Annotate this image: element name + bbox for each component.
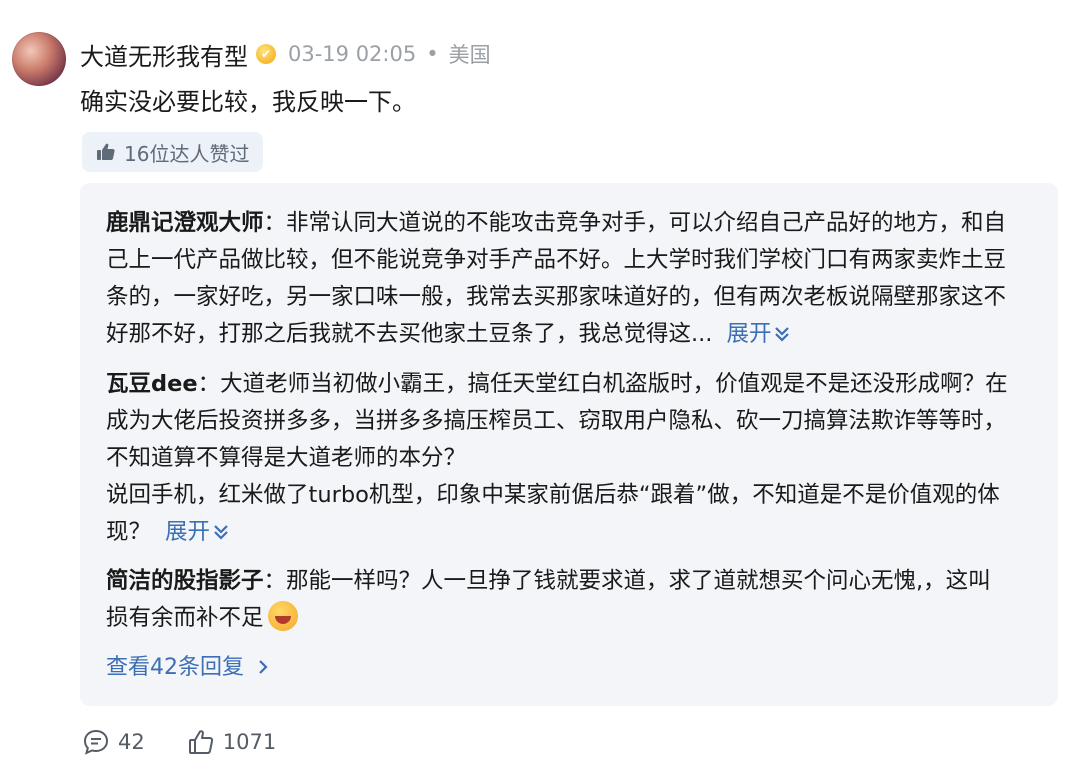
- thumbs-up-icon: [97, 143, 115, 160]
- replies-panel: 鹿鼎记澄观大师：非常认同大道说的不能攻击竞争对手，可以介绍自己产品好的地方，和自…: [80, 183, 1058, 706]
- comment-timestamp: 03-19 02:05: [288, 42, 417, 66]
- comment-bubble-icon: [83, 729, 109, 755]
- like-button[interactable]: 1071: [187, 728, 276, 756]
- reply-author[interactable]: 鹿鼎记澄观大师: [106, 210, 264, 236]
- view-more-label: 查看42条回复: [106, 655, 244, 680]
- view-more-replies-link[interactable]: 查看42条回复: [106, 649, 271, 681]
- reply-text-line: 非常认同大道说的不能攻击竞争对手，可以介绍自己产品好的地方，和自: [286, 210, 1007, 236]
- comment-username[interactable]: 大道无形我有型: [80, 37, 248, 72]
- thumbs-up-outline-icon: [188, 730, 213, 754]
- reply-text-line: 条的，一家好吃，另一家口味一般，我常去买那家味道好的，但有两次老板说隔壁那家这不: [106, 284, 1007, 310]
- chevron-right-icon: [259, 660, 268, 674]
- reply-text-line: 那能一样吗？人一旦挣了钱就要求道，求了道就想买个问心无愧,，这叫: [286, 568, 991, 594]
- comment-header: 大道无形我有型 ✔ 03-19 02:05 • 美国: [80, 34, 491, 74]
- chevron-double-down-icon: [214, 525, 228, 540]
- comment-count: 42: [118, 730, 145, 754]
- comment-body: 确实没必要比较，我反映一下。: [80, 88, 416, 116]
- expand-label: 展开: [726, 321, 772, 347]
- reply-text-line: 大道老师当初做小霸王，搞任天堂红白机盗版时，价值观是不是还没形成啊？在: [220, 371, 1008, 397]
- expand-label: 展开: [165, 519, 211, 545]
- reply-text-line: 损有余而补不足: [106, 605, 264, 631]
- like-count: 1071: [222, 730, 277, 754]
- chevron-double-down-icon: [775, 327, 790, 342]
- reply-author[interactable]: 瓦豆dee: [106, 371, 198, 397]
- reply-author[interactable]: 简洁的股指影子: [106, 568, 264, 594]
- laughing-emoji-icon: [267, 600, 298, 631]
- reply-text-line: 说回手机，红米做了turbo机型，印象中某家前倨后恭“跟着”做，不知道是不是价值…: [106, 482, 1000, 508]
- reply-button[interactable]: 42: [82, 728, 145, 756]
- reply-item: 简洁的股指影子：那能一样吗？人一旦挣了钱就要求道，求了道就想买个问心无愧,，这叫…: [106, 563, 1036, 637]
- reply-separator: ：: [263, 568, 287, 594]
- expert-likes-badge[interactable]: 16位达人赞过: [82, 132, 264, 172]
- comment-actions: 42 1071: [82, 724, 276, 760]
- reply-text-line: 好那不好，打那之后我就不去买他家土豆条了，我总觉得这...: [106, 321, 713, 347]
- reply-text-line: 不知道算不算得是大道老师的本分？: [106, 445, 467, 471]
- expand-link[interactable]: 展开: [726, 321, 791, 347]
- reply-separator: ：: [197, 371, 221, 397]
- user-avatar[interactable]: [12, 32, 66, 86]
- reply-separator: ：: [263, 210, 287, 236]
- expert-likes-text: 16位达人赞过: [124, 141, 250, 166]
- reply-text-line: 现？: [106, 519, 152, 545]
- expand-link[interactable]: 展开: [165, 519, 230, 545]
- meta-separator: •: [426, 42, 439, 66]
- reply-text-line: 己上一代产品做比较，但不能说竞争对手产品不好。上大学时我们学校门口有两家卖炸土豆: [106, 247, 1007, 273]
- reply-item: 瓦豆dee：大道老师当初做小霸王，搞任天堂红白机盗版时，价值观是不是还没形成啊？…: [106, 366, 1036, 551]
- reply-item: 鹿鼎记澄观大师：非常认同大道说的不能攻击竞争对手，可以介绍自己产品好的地方，和自…: [106, 205, 1036, 353]
- verified-badge-icon: ✔: [256, 44, 276, 64]
- comment-location: 美国: [448, 43, 491, 67]
- reply-text-line: 成为大佬后投资拼多多，当拼多多搞压榨员工、窃取用户隐私、砍一刀搞算法欺诈等等时，: [106, 408, 1007, 434]
